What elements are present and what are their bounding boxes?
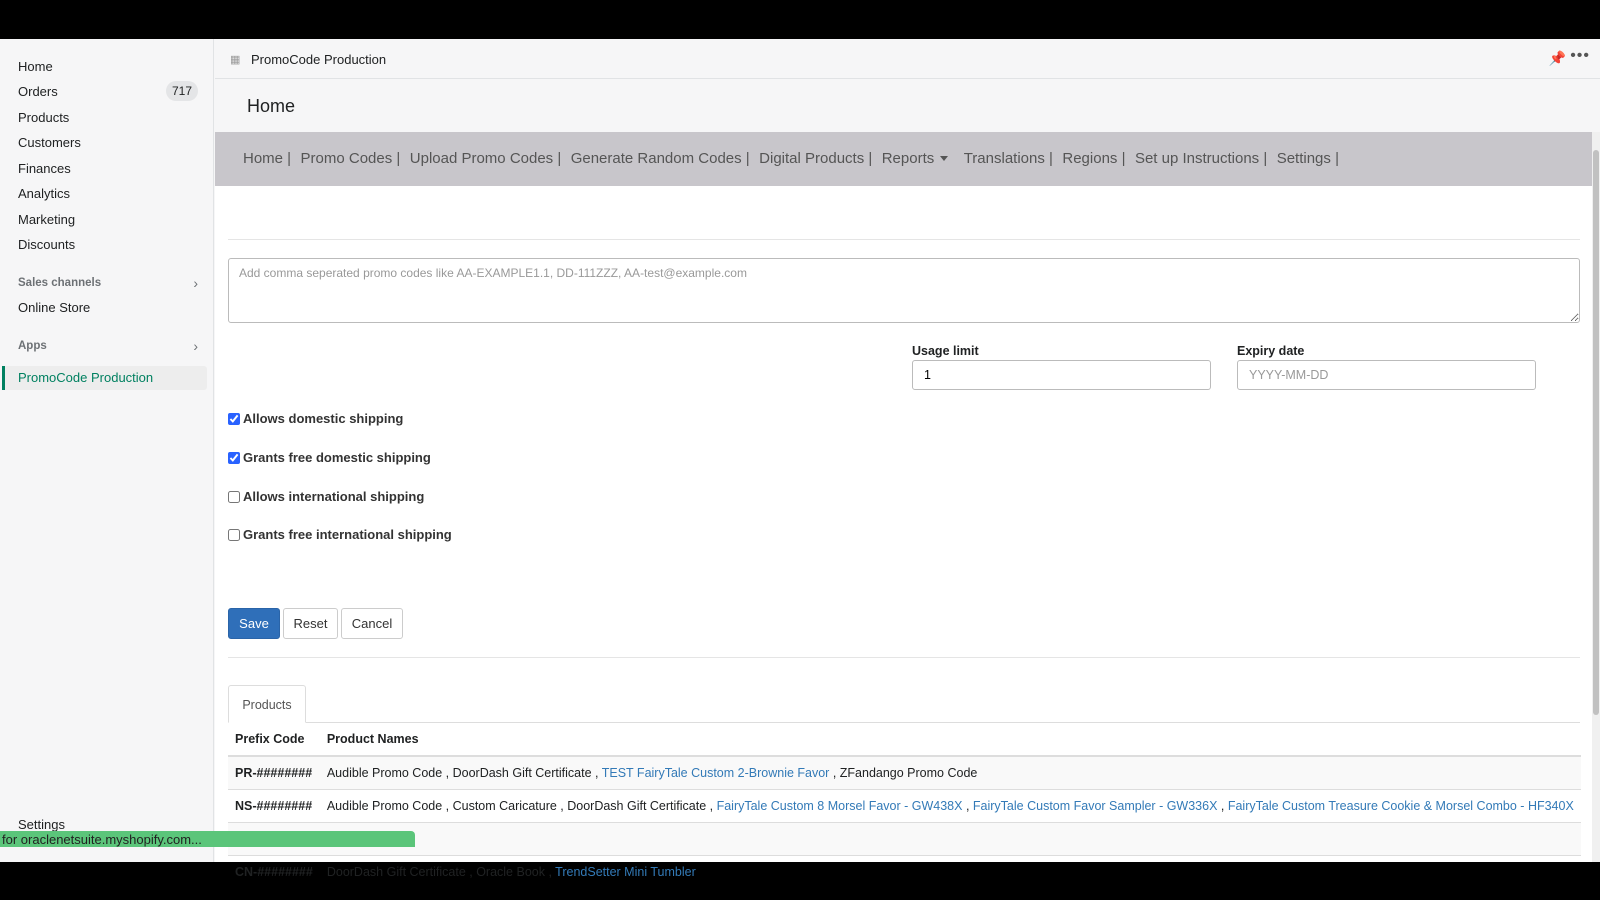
checkbox-label: Allows international shipping xyxy=(243,489,425,504)
checkbox-label: Allows domestic shipping xyxy=(243,411,404,426)
nav-promo-codes[interactable]: Promo Codes | xyxy=(301,150,401,167)
cancel-button[interactable]: Cancel xyxy=(341,608,403,639)
product-link[interactable]: TrendSetter Mini Tumbler xyxy=(555,865,696,879)
expiry-date-label: Expiry date xyxy=(1237,344,1305,358)
table-row: NS-######## Audible Promo Code , Custom C… xyxy=(228,789,1581,823)
checkbox[interactable] xyxy=(228,528,240,541)
active-app-label: PromoCode Production xyxy=(18,370,154,385)
tab-products[interactable]: Products xyxy=(228,685,306,723)
promo-codes-input[interactable] xyxy=(228,258,1580,323)
checkbox-label: Grants free international shipping xyxy=(243,527,452,542)
grants-free-international-shipping-checkbox[interactable]: Grants free international shipping xyxy=(228,527,452,542)
expiry-date-input[interactable] xyxy=(1237,360,1536,390)
main-content: Usage limit Expiry date Allows domestic … xyxy=(215,186,1593,888)
sidebar-item-promocode-production[interactable]: PromoCode Production xyxy=(2,366,207,390)
sidebar: Home Orders 717 Products Customers Finan… xyxy=(0,39,214,862)
nav-reports-dropdown[interactable]: Reports xyxy=(882,150,955,167)
nav-digital-products[interactable]: Digital Products | xyxy=(759,150,872,167)
sidebar-item-marketing[interactable]: Marketing xyxy=(18,212,75,227)
product-names: Canadiana xyxy=(319,822,1581,856)
checkbox[interactable] xyxy=(228,490,240,503)
column-header-product-names: Product Names xyxy=(319,723,1581,757)
app-nav: Home | Promo Codes | Upload Promo Codes … xyxy=(215,132,1593,186)
nav-settings[interactable]: Settings | xyxy=(1277,150,1339,167)
sidebar-item-analytics[interactable]: Analytics xyxy=(18,186,70,201)
chevron-right-icon: › xyxy=(193,338,198,354)
divider xyxy=(228,239,1580,240)
sidebar-item-home[interactable]: Home xyxy=(18,59,53,74)
product-link[interactable]: FairyTale Custom Treasure Cookie & Morse… xyxy=(1228,799,1574,813)
sales-channels-header[interactable]: Sales channels › xyxy=(18,275,198,291)
product-link[interactable]: FairyTale Custom Favor Sampler - GW336X xyxy=(973,799,1218,813)
product-names: Audible Promo Code , Custom Caricature ,… xyxy=(319,789,1581,823)
nav-generate-random-codes[interactable]: Generate Random Codes | xyxy=(571,150,750,167)
nav-regions[interactable]: Regions | xyxy=(1062,150,1125,167)
product-name-text: , ZFandango Promo Code xyxy=(829,766,978,780)
allows-international-shipping-checkbox[interactable]: Allows international shipping xyxy=(228,489,424,504)
app-icon: ▦ xyxy=(230,54,241,66)
more-actions-icon[interactable]: ••• xyxy=(1570,47,1590,65)
caret-down-icon xyxy=(940,155,949,161)
checkbox[interactable] xyxy=(228,451,240,464)
checkbox[interactable] xyxy=(228,412,240,425)
sidebar-item-orders[interactable]: Orders xyxy=(18,84,58,99)
checkbox-label: Grants free domestic shipping xyxy=(243,450,431,465)
scrollbar-thumb[interactable] xyxy=(1593,150,1599,715)
product-name-text: Audible Promo Code , Custom Caricature ,… xyxy=(326,799,717,813)
reports-label: Reports xyxy=(881,150,935,167)
divider xyxy=(228,657,1580,658)
product-link[interactable]: FairyTale Custom 8 Morsel Favor - GW438X xyxy=(717,799,963,813)
sidebar-item-finances[interactable]: Finances xyxy=(18,161,71,176)
sidebar-item-discounts[interactable]: Discounts xyxy=(18,237,75,252)
app-title-bar: ▦ PromoCode Production 📌 ••• xyxy=(215,39,1600,79)
sidebar-item-customers[interactable]: Customers xyxy=(18,135,81,150)
sidebar-item-settings[interactable]: Settings xyxy=(18,817,65,832)
shopify-admin: Home Orders 717 Products Customers Finan… xyxy=(0,39,1600,888)
orders-count-badge: 717 xyxy=(166,81,198,101)
nav-home[interactable]: Home | xyxy=(243,150,291,167)
active-indicator xyxy=(2,366,5,390)
prefix-code: PR-######## xyxy=(228,755,320,790)
column-header-prefix-code: Prefix Code xyxy=(228,723,320,757)
reset-button[interactable]: Reset xyxy=(283,608,338,639)
products-table: Prefix Code Product Names PR-######## Audi… xyxy=(228,723,1581,888)
pin-icon[interactable]: 📌 xyxy=(1549,50,1566,67)
table-row: CN-######## DoorDash Gift Certificate , O… xyxy=(228,855,1581,888)
save-button[interactable]: Save xyxy=(228,608,280,639)
product-names: Audible Promo Code , DoorDash Gift Certi… xyxy=(319,755,1581,790)
app-title: PromoCode Production xyxy=(251,52,387,67)
nav-translations[interactable]: Translations | xyxy=(964,150,1053,167)
sidebar-item-online-store[interactable]: Online Store xyxy=(18,300,90,315)
sidebar-item-products[interactable]: Products xyxy=(18,110,69,125)
scrollbar[interactable] xyxy=(1592,132,1600,862)
usage-limit-input[interactable] xyxy=(912,360,1211,390)
status-bar-url: for oraclenetsuite.myshopify.com... xyxy=(0,831,415,847)
apps-header[interactable]: Apps › xyxy=(18,338,198,354)
product-link[interactable]: TEST FairyTale Custom 2-Brownie Favor xyxy=(602,766,830,780)
usage-limit-label: Usage limit xyxy=(912,344,979,358)
product-names: DoorDash Gift Certificate , Oracle Book … xyxy=(319,855,1581,888)
allows-domestic-shipping-checkbox[interactable]: Allows domestic shipping xyxy=(228,411,403,426)
table-row: PR-######## Audible Promo Code , DoorDash… xyxy=(228,755,1581,790)
product-name-text: DoorDash Gift Certificate , Oracle Book … xyxy=(326,865,556,879)
page-title: Home xyxy=(247,96,296,116)
nav-setup-instructions[interactable]: Set up Instructions | xyxy=(1135,150,1267,167)
apps-label: Apps xyxy=(18,340,47,352)
nav-upload-promo-codes[interactable]: Upload Promo Codes | xyxy=(410,150,561,167)
product-name-text: , xyxy=(1217,799,1228,813)
prefix-code: NS-######## xyxy=(228,789,320,823)
chevron-right-icon: › xyxy=(193,275,198,291)
table-row: TL-########Canadiana xyxy=(228,822,1581,856)
grants-free-domestic-shipping-checkbox[interactable]: Grants free domestic shipping xyxy=(228,450,431,465)
product-name-text: Audible Promo Code , DoorDash Gift Certi… xyxy=(326,766,602,780)
prefix-code: CN-######## xyxy=(228,855,320,888)
product-name-text: , xyxy=(962,799,973,813)
sales-channels-label: Sales channels xyxy=(18,277,102,289)
